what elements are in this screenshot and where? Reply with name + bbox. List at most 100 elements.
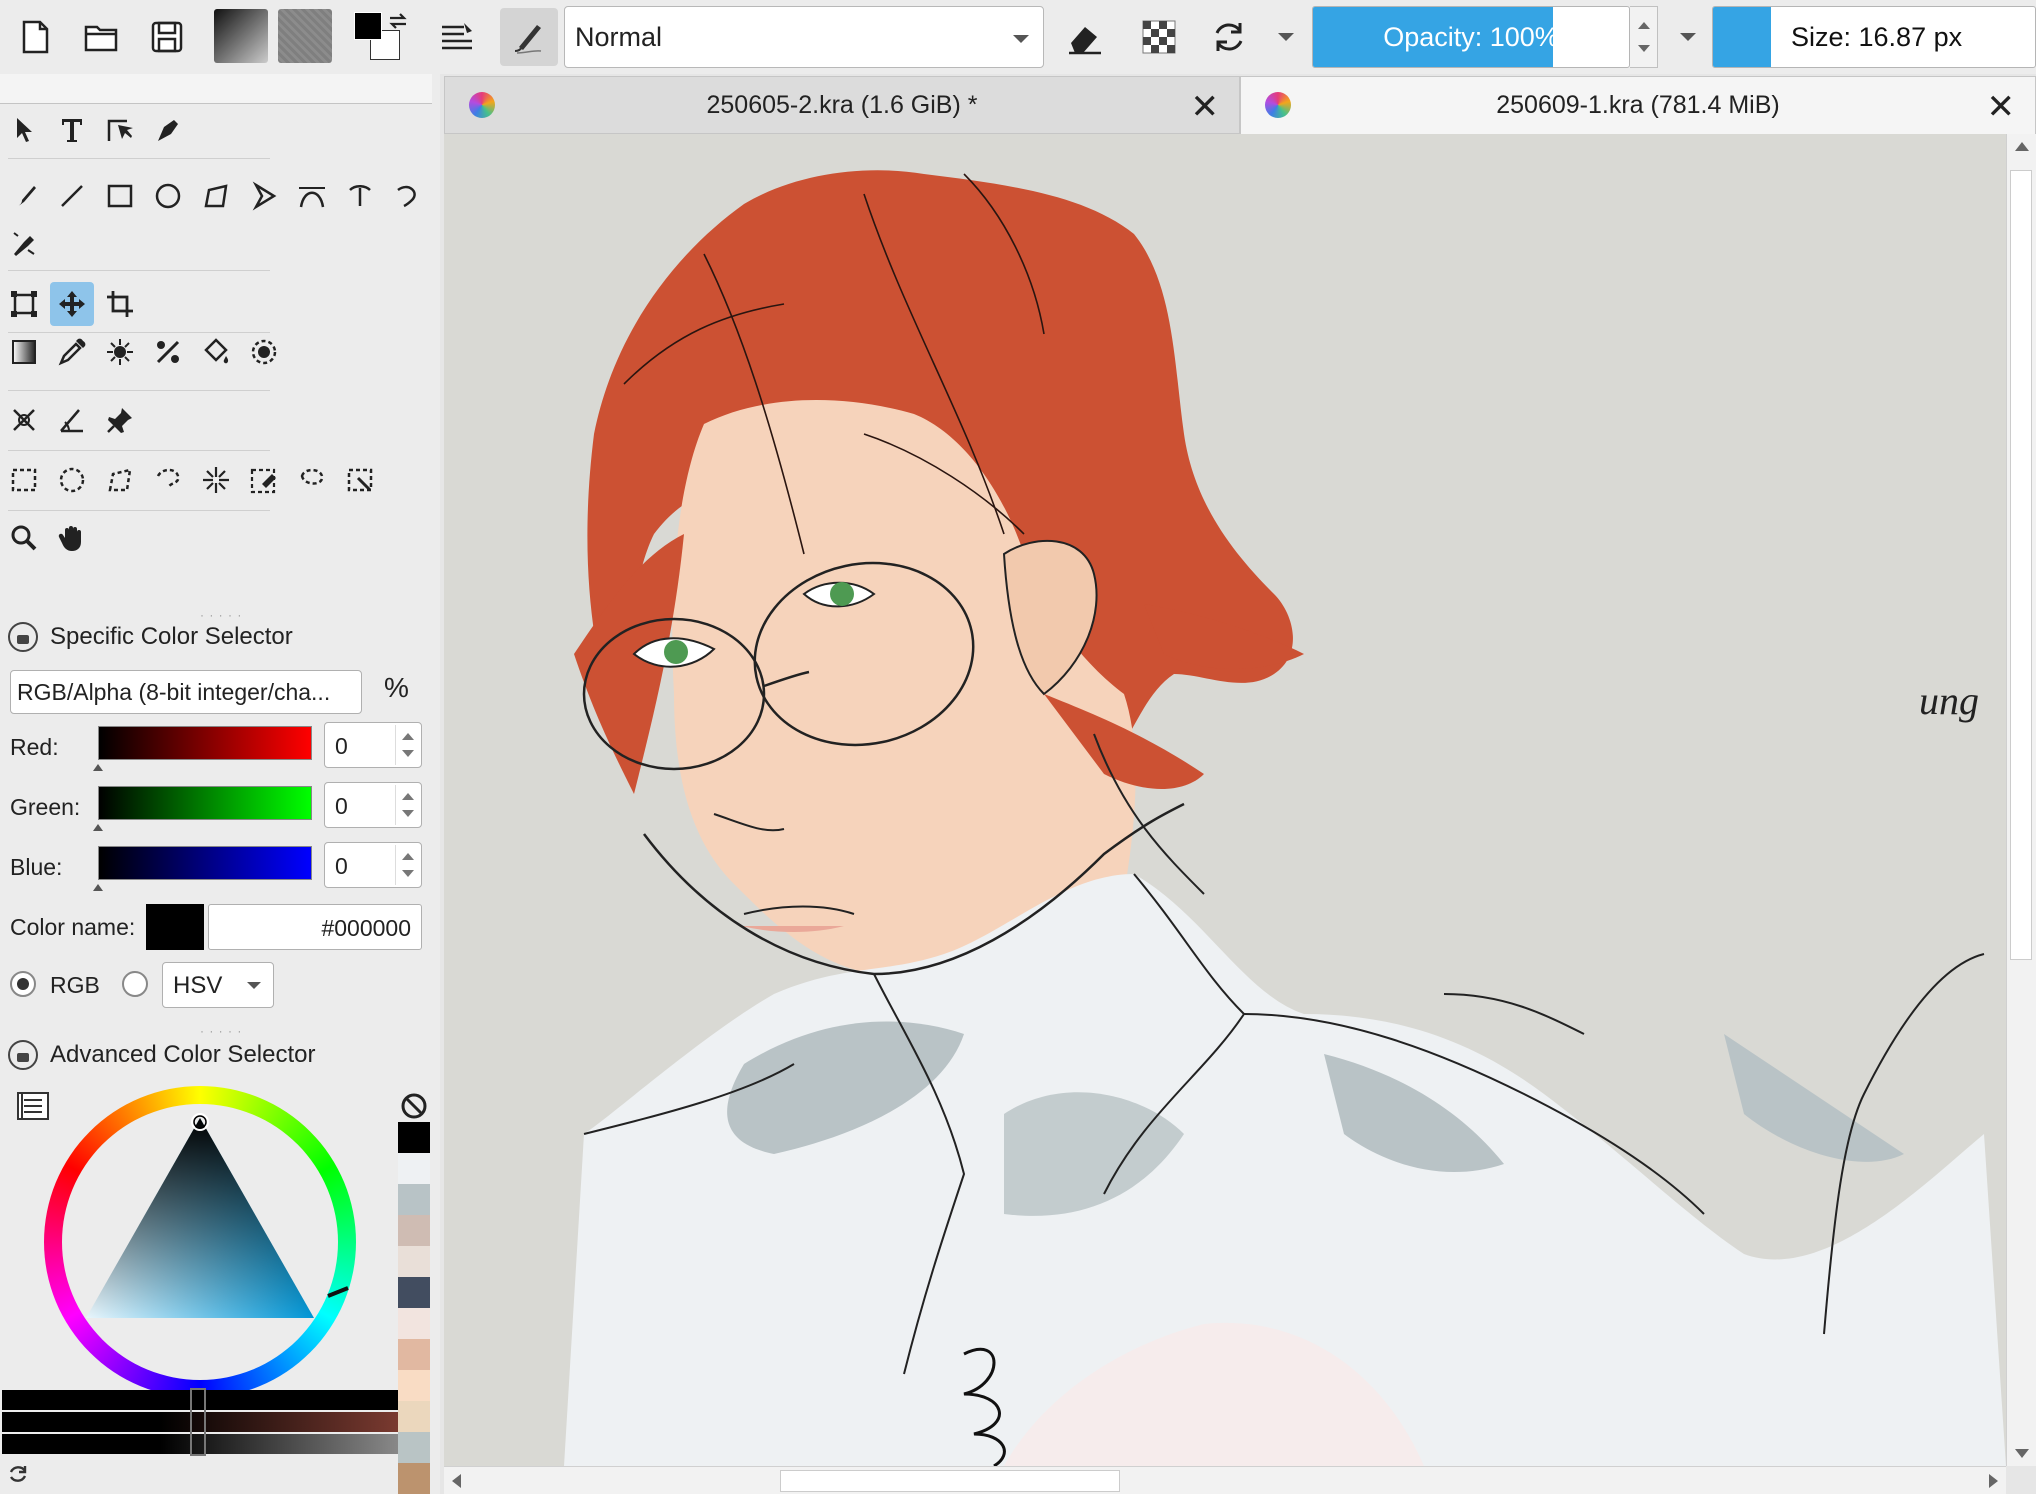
lock-icon[interactable] xyxy=(8,1040,38,1070)
green-slider-handle[interactable] xyxy=(93,824,103,831)
assistant-tool-icon[interactable] xyxy=(146,330,190,374)
similar-color-selection-tool-icon[interactable] xyxy=(242,458,286,502)
hsv-radio[interactable] xyxy=(122,971,148,997)
new-document-icon[interactable] xyxy=(6,8,64,66)
red-value-input[interactable]: 0 xyxy=(324,722,422,768)
move-tool-icon[interactable] xyxy=(50,282,94,326)
size-slider[interactable]: Size: 16.87 px xyxy=(1712,6,2036,68)
reload-preset-icon[interactable] xyxy=(1200,8,1258,66)
vertical-scrollbar-thumb[interactable] xyxy=(2010,170,2032,960)
close-icon[interactable]: ✕ xyxy=(1987,87,2016,127)
dynamic-brush-tool-icon[interactable] xyxy=(386,174,430,218)
green-value-input[interactable]: 0 xyxy=(324,782,422,828)
refresh-icon[interactable] xyxy=(6,1462,30,1486)
polygonal-selection-tool-icon[interactable] xyxy=(98,458,142,502)
strip-handle[interactable] xyxy=(190,1388,206,1456)
freehand-brush-tool-icon[interactable] xyxy=(2,174,46,218)
saturation-value-triangle[interactable] xyxy=(40,1082,360,1402)
color-model-select[interactable]: RGB/Alpha (8-bit integer/cha... xyxy=(10,670,362,714)
multibrush-tool-icon[interactable] xyxy=(2,222,46,266)
drawing-canvas[interactable]: ung xyxy=(444,134,2006,1466)
opacity-slider[interactable]: Opacity: 100% xyxy=(1312,6,1630,68)
text-tool-icon[interactable] xyxy=(50,108,94,152)
hsv-select[interactable]: HSV xyxy=(162,962,274,1008)
gradient-icon[interactable] xyxy=(214,9,268,63)
measure-tool-icon[interactable] xyxy=(2,398,46,442)
bezier-selection-tool-icon[interactable] xyxy=(290,458,334,502)
history-color-swatch[interactable] xyxy=(398,1153,430,1185)
lock-icon[interactable] xyxy=(8,622,38,652)
history-color-swatch[interactable] xyxy=(398,1370,430,1402)
crop-tool-icon[interactable] xyxy=(98,282,142,326)
reload-options-chevron-icon[interactable] xyxy=(1278,33,1294,41)
opacity-stepper[interactable] xyxy=(1630,6,1658,68)
pattern-icon[interactable] xyxy=(278,9,332,63)
color-wheel-triangle[interactable] xyxy=(40,1082,360,1402)
close-icon[interactable]: ✕ xyxy=(1191,87,1220,127)
save-icon[interactable] xyxy=(138,8,196,66)
pan-tool-icon[interactable] xyxy=(50,516,94,560)
open-document-icon[interactable] xyxy=(72,8,130,66)
rectangle-tool-icon[interactable] xyxy=(98,174,142,218)
history-color-swatch[interactable] xyxy=(398,1401,430,1433)
specific-color-selector-title[interactable]: Specific Color Selector xyxy=(8,622,293,652)
tab-document-2[interactable]: 250609-1.kra (781.4 MiB) ✕ xyxy=(1240,76,2036,134)
brush-settings-icon[interactable] xyxy=(428,8,486,66)
edit-shapes-tool-icon[interactable] xyxy=(98,108,142,152)
ellipse-tool-icon[interactable] xyxy=(146,174,190,218)
eraser-icon[interactable] xyxy=(1056,8,1114,66)
fg-bg-color-icon[interactable] xyxy=(350,8,412,66)
freehand-path-tool-icon[interactable] xyxy=(338,174,382,218)
zoom-tool-icon[interactable] xyxy=(2,516,46,560)
rgb-radio[interactable] xyxy=(10,971,36,997)
red-slider-handle[interactable] xyxy=(93,764,103,771)
dock-handle[interactable]: · · · · · xyxy=(200,608,242,622)
percent-toggle[interactable]: % xyxy=(384,672,409,704)
vertical-scrollbar[interactable] xyxy=(2006,134,2036,1466)
fill-tool-icon[interactable] xyxy=(194,330,238,374)
scroll-right-icon[interactable] xyxy=(1989,1474,1998,1488)
alpha-lock-icon[interactable] xyxy=(1130,8,1188,66)
opacity-options-chevron-icon[interactable] xyxy=(1680,33,1696,41)
angle-measure-tool-icon[interactable] xyxy=(50,398,94,442)
tab-document-1[interactable]: 250605-2.kra (1.6 GiB) * ✕ xyxy=(444,76,1240,134)
history-color-swatch[interactable] xyxy=(398,1122,430,1154)
select-shapes-tool-icon[interactable] xyxy=(2,108,46,152)
line-tool-icon[interactable] xyxy=(50,174,94,218)
green-channel-slider[interactable] xyxy=(98,786,312,820)
smart-patch-tool-icon[interactable] xyxy=(98,330,142,374)
enclose-fill-tool-icon[interactable] xyxy=(242,330,286,374)
red-channel-slider[interactable] xyxy=(98,726,312,760)
swap-colors-icon[interactable] xyxy=(386,10,410,34)
scroll-down-icon[interactable] xyxy=(2015,1449,2029,1458)
transform-tool-icon[interactable] xyxy=(2,282,46,326)
reference-pin-tool-icon[interactable] xyxy=(98,398,142,442)
rectangular-selection-tool-icon[interactable] xyxy=(2,458,46,502)
advanced-color-selector-title[interactable]: Advanced Color Selector xyxy=(8,1040,315,1070)
history-color-swatch[interactable] xyxy=(398,1215,430,1247)
horizontal-scrollbar[interactable] xyxy=(444,1466,2006,1494)
blue-slider-handle[interactable] xyxy=(93,884,103,891)
history-color-swatch[interactable] xyxy=(398,1308,430,1340)
blue-channel-slider[interactable] xyxy=(98,846,312,880)
horizontal-scrollbar-thumb[interactable] xyxy=(780,1470,1120,1492)
history-color-swatch[interactable] xyxy=(398,1463,430,1494)
gradient-tool-icon[interactable] xyxy=(2,330,46,374)
color-picker-tool-icon[interactable] xyxy=(50,330,94,374)
bezier-curve-tool-icon[interactable] xyxy=(290,174,334,218)
foreground-color-swatch[interactable] xyxy=(354,12,382,40)
brush-preset-icon[interactable] xyxy=(500,8,558,66)
polygon-tool-icon[interactable] xyxy=(194,174,238,218)
freehand-selection-tool-icon[interactable] xyxy=(146,458,190,502)
history-color-swatch[interactable] xyxy=(398,1246,430,1278)
history-color-swatch[interactable] xyxy=(398,1432,430,1464)
blend-mode-select[interactable]: Normal xyxy=(564,6,1044,68)
polyline-tool-icon[interactable] xyxy=(242,174,286,218)
history-color-swatch[interactable] xyxy=(398,1184,430,1216)
dock-handle-2[interactable]: · · · · · xyxy=(200,1024,242,1038)
clear-history-icon[interactable] xyxy=(398,1090,430,1122)
contiguous-selection-tool-icon[interactable] xyxy=(194,458,238,502)
blue-value-input[interactable]: 0 xyxy=(324,842,422,888)
magnetic-selection-tool-icon[interactable] xyxy=(338,458,382,502)
scroll-up-icon[interactable] xyxy=(2015,142,2029,151)
